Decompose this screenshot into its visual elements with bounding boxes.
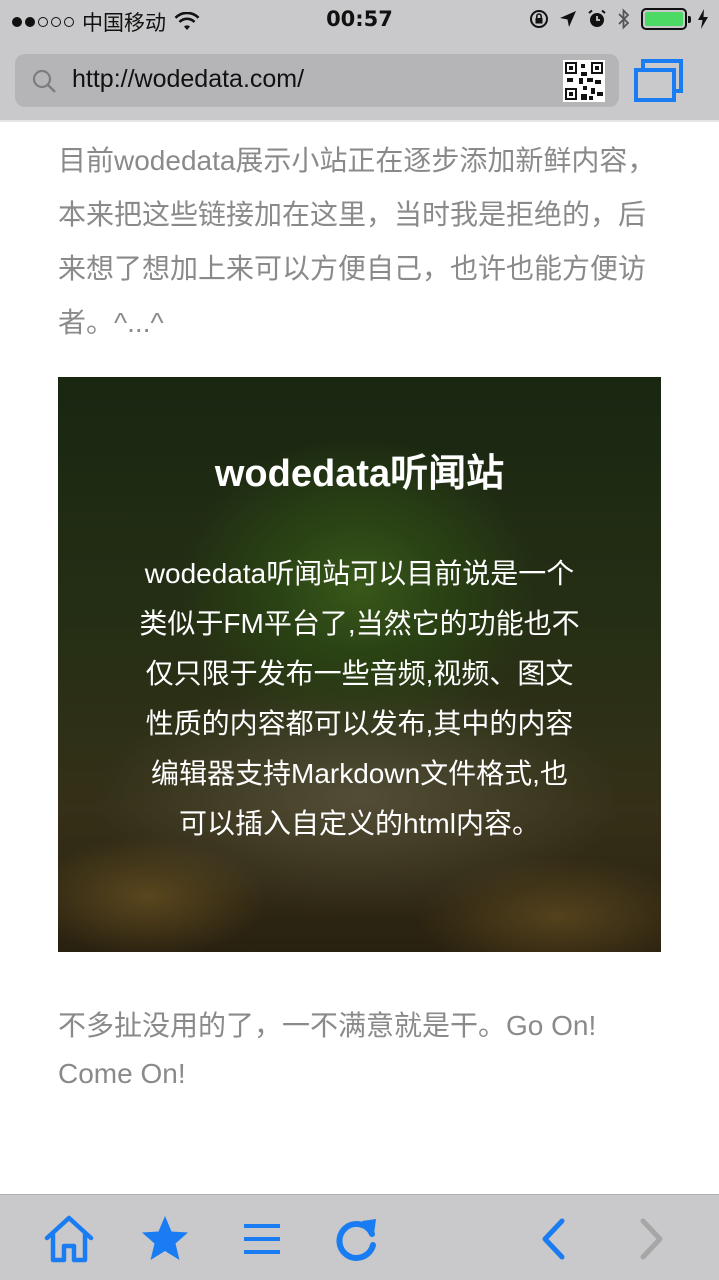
address-bar: http://wodedata.com/ <box>0 40 719 120</box>
url-field[interactable]: http://wodedata.com/ <box>15 54 619 107</box>
intro-paragraph: 目前wodedata展示小站正在逐步添加新鲜内容，本来把这些链接加在这里，当时我… <box>58 145 656 338</box>
url-text[interactable]: http://wodedata.com/ <box>72 65 304 94</box>
alarm-icon <box>588 9 606 27</box>
bluetooth-icon <box>618 8 630 30</box>
bookmark-button[interactable] <box>139 1213 191 1265</box>
refresh-button[interactable] <box>331 1213 383 1265</box>
card-line: 类似于FM平台了,当然它的功能也不 <box>139 608 580 639</box>
menu-icon <box>244 1224 280 1254</box>
battery-icon <box>641 8 691 30</box>
location-icon <box>560 11 576 27</box>
home-button[interactable] <box>43 1213 95 1265</box>
card-line: 编辑器支持Markdown文件格式,也 <box>151 758 568 789</box>
search-icon <box>32 69 56 93</box>
menu-button[interactable] <box>236 1213 288 1265</box>
card-line: wodedata听闻站可以目前说是一个 <box>144 558 575 589</box>
status-bar: 中国移动 00:57 <box>0 0 719 40</box>
header-divider <box>0 120 719 122</box>
qr-code-icon[interactable] <box>563 60 605 102</box>
bottom-toolbar <box>0 1194 719 1280</box>
card-line: 仅只限于发布一些音频,视频、图文 <box>145 658 574 689</box>
back-icon <box>542 1218 565 1260</box>
card-title: wodedata听闻站 <box>214 453 505 495</box>
tabs-icon[interactable] <box>633 58 685 104</box>
star-icon <box>142 1216 188 1260</box>
refresh-icon <box>336 1219 376 1261</box>
home-icon <box>44 1215 94 1263</box>
back-button[interactable] <box>528 1213 580 1265</box>
status-right <box>529 8 709 30</box>
forward-button[interactable] <box>625 1213 677 1265</box>
outro-paragraph: 不多扯没用的了，一不满意就是干。Go On! Come On! <box>58 1010 597 1089</box>
forward-icon <box>640 1218 663 1260</box>
orientation-lock-icon <box>530 10 548 28</box>
card-line: 性质的内容都可以发布,其中的内容 <box>145 708 574 739</box>
listening-station-card[interactable]: wodedata听闻站 wodedata听闻站可以目前说是一个 类似于FM平台了… <box>58 377 661 952</box>
charging-icon <box>698 9 708 29</box>
card-line: 可以插入自定义的html内容。 <box>179 808 540 839</box>
card-description: wodedata听闻站可以目前说是一个 类似于FM平台了,当然它的功能也不 仅只… <box>113 549 606 849</box>
